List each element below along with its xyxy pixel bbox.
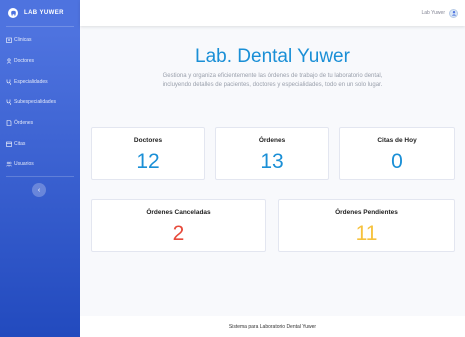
- chevron-left-icon: ‹: [37, 186, 41, 194]
- stethoscope-icon: [6, 99, 12, 106]
- sidebar-item-label: Usuarios: [14, 161, 34, 168]
- sidebar-item-especialidades[interactable]: Especialidades: [0, 71, 80, 92]
- sidebar-item-label: Clinicas: [14, 37, 32, 44]
- footer-text: Sistema para Laboratorio Dental Yuwer: [228, 323, 317, 330]
- stethoscope-icon: [6, 79, 12, 85]
- stat-value: 11: [355, 222, 378, 245]
- sidebar-item-label: Citas: [14, 140, 26, 147]
- stat-value: 12: [136, 150, 160, 173]
- footer: Sistema para Laboratorio Dental Yuwer: [80, 316, 465, 337]
- stat-label: Órdenes Pendientes: [335, 209, 398, 216]
- stat-card-pendientes[interactable]: Órdenes Pendientes 11: [278, 199, 455, 252]
- avatar[interactable]: [449, 8, 458, 18]
- stat-label: Órdenes Canceladas: [146, 209, 211, 216]
- topbar: Lab Yuwer: [80, 0, 465, 26]
- sidebar-item-label: Especialidades: [14, 78, 48, 85]
- stat-value: 2: [172, 222, 185, 245]
- stat-value: 13: [260, 150, 284, 173]
- sidebar: LAB YUWER Clinicas Doctores Especialidad…: [0, 0, 80, 337]
- file-icon: [6, 120, 12, 126]
- calendar-icon: [6, 141, 12, 147]
- sidebar-item-doctores[interactable]: Doctores: [0, 51, 80, 72]
- sidebar-item-ordenes[interactable]: Órdenes: [0, 113, 80, 134]
- stat-card-citas[interactable]: Citas de Hoy 0: [339, 127, 455, 180]
- sidebar-item-citas[interactable]: Citas: [0, 133, 80, 154]
- brand[interactable]: LAB YUWER: [0, 0, 80, 26]
- stat-label: Doctores: [133, 137, 163, 144]
- stat-card-doctores[interactable]: Doctores 12: [91, 127, 205, 180]
- main-content: Lab. Dental Yuwer Gestiona y organiza ef…: [80, 26, 465, 316]
- brand-name: LAB YUWER: [24, 10, 64, 16]
- sidebar-item-subespecialidades[interactable]: Subespecialidades: [0, 92, 80, 113]
- stat-label: Citas de Hoy: [377, 137, 417, 144]
- user-name[interactable]: Lab Yuwer: [421, 10, 445, 16]
- sidebar-item-usuarios[interactable]: Usuarios: [0, 154, 80, 175]
- page-title: Lab. Dental Yuwer: [195, 46, 350, 67]
- tooth-logo-icon: [8, 8, 18, 18]
- page-description: Gestiona y organiza eficientemente las ó…: [162, 73, 383, 88]
- sidebar-toggle-button[interactable]: ‹: [32, 183, 46, 197]
- sidebar-item-label: Subespecialidades: [14, 99, 56, 106]
- sidebar-item-label: Doctores: [14, 58, 35, 65]
- user-icon: [6, 58, 12, 64]
- stat-card-ordenes[interactable]: Órdenes 13: [215, 127, 329, 180]
- stat-card-canceladas[interactable]: Órdenes Canceladas 2: [91, 199, 266, 252]
- stat-value: 0: [391, 150, 403, 173]
- sidebar-divider: [6, 26, 74, 27]
- sidebar-divider: [6, 176, 74, 177]
- users-icon: [6, 161, 12, 167]
- sidebar-item-label: Órdenes: [14, 120, 34, 127]
- sidebar-item-clinicas[interactable]: Clinicas: [0, 30, 80, 51]
- user-avatar-icon: [451, 11, 456, 16]
- hospital-icon: [6, 37, 12, 44]
- stat-label: Órdenes: [258, 137, 286, 144]
